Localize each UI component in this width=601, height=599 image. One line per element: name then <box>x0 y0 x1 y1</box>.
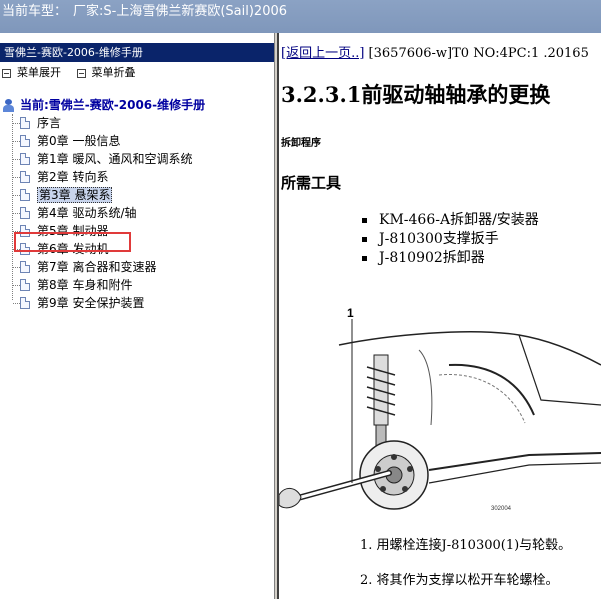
tree-menu-bar: 菜单展开 菜单折叠 <box>0 62 274 84</box>
step-item: 2. 将其作为支撑以松开车轮螺栓。 <box>360 573 559 588</box>
vehicle-name: 厂家:S-上海雪佛兰新赛欧(Sail)2006 <box>73 4 288 19</box>
expand-icon <box>2 68 11 78</box>
tool-item: J-810300支撑扳手 <box>362 230 539 249</box>
title-bar: 当前车型： 厂家:S-上海雪佛兰新赛欧(Sail)2006 <box>0 0 601 33</box>
document-icon <box>20 189 30 201</box>
vehicle-label: 当前车型： <box>2 4 68 19</box>
document-icon <box>20 153 30 165</box>
manual-title-header: 雪佛兰-赛欧-2006-维修手册 <box>0 43 274 62</box>
collapse-all-button[interactable]: 菜单折叠 <box>76 62 136 84</box>
tree-item-chapter-2[interactable]: 第2章 转向系 <box>0 168 274 186</box>
tool-item: J-810902拆卸器 <box>362 249 539 268</box>
figure-callout-label: 1 <box>347 306 354 320</box>
collapse-icon <box>76 68 86 78</box>
collapse-all-label: 菜单折叠 <box>91 66 136 79</box>
chapter-tree: 当前:雪佛兰-赛欧-2006-维修手册 序言 第0章 一般信息 第1章 暖风、通… <box>0 96 274 312</box>
document-icon <box>20 297 30 309</box>
document-icon <box>20 117 30 129</box>
document-id-info: [3657606-w]T0 NO:4PC:1 .20165 <box>364 46 589 61</box>
figure-code: 302004 <box>491 506 512 512</box>
content-pane: [返回上一页..] [3657606-w]T0 NO:4PC:1 .20165 … <box>279 33 601 599</box>
navigation-pane: 雪佛兰-赛欧-2006-维修手册 菜单展开 菜单折叠 当前:雪佛兰-赛欧-200… <box>0 43 274 599</box>
back-link[interactable]: [返回上一页..] <box>281 46 364 61</box>
tool-item: KM-466-A拆卸器/安装器 <box>362 212 539 228</box>
step-item: 1. 用螺栓连接J-810300(1)与轮毂。 <box>360 538 572 553</box>
user-icon <box>3 98 15 112</box>
page-title: 3.2.3.1前驱动轴轴承的更换 <box>281 82 551 107</box>
tree-root[interactable]: 当前:雪佛兰-赛欧-2006-维修手册 <box>0 96 274 114</box>
tree-item-chapter-9[interactable]: 第9章 安全保护装置 <box>0 294 274 312</box>
tree-item-chapter-8[interactable]: 第8章 车身和附件 <box>0 276 274 294</box>
selection-highlight-box <box>14 232 131 252</box>
procedure-label: 拆卸程序 <box>281 138 321 149</box>
tree-item-chapter-3[interactable]: 第3章 悬架系 <box>0 186 274 204</box>
tree-item-chapter-7[interactable]: 第7章 离合器和变速器 <box>0 258 274 276</box>
document-icon <box>20 261 30 273</box>
tools-heading: 所需工具 <box>281 174 342 192</box>
wheel-hub-illustration: 1 302004 <box>279 306 601 512</box>
tree-item-chapter-4[interactable]: 第4章 驱动系统/轴 <box>0 204 274 222</box>
document-icon <box>20 279 30 291</box>
tree-item-preface[interactable]: 序言 <box>0 114 274 132</box>
tree-item-chapter-0[interactable]: 第0章 一般信息 <box>0 132 274 150</box>
document-icon <box>20 135 30 147</box>
expand-all-button[interactable]: 菜单展开 <box>2 62 61 84</box>
document-icon <box>20 171 30 183</box>
tools-list: KM-466-A拆卸器/安装器 J-810300支撑扳手 J-810902拆卸器 <box>362 211 539 268</box>
tree-items: 序言 第0章 一般信息 第1章 暖风、通风和空调系统 第2章 转向系 第3章 悬… <box>0 114 274 312</box>
document-icon <box>20 207 30 219</box>
tree-item-chapter-1[interactable]: 第1章 暖风、通风和空调系统 <box>0 150 274 168</box>
content-nav-line: [返回上一页..] [3657606-w]T0 NO:4PC:1 .20165 <box>281 42 589 61</box>
expand-all-label: 菜单展开 <box>17 66 61 79</box>
tree-root-label: 当前:雪佛兰-赛欧-2006-维修手册 <box>20 98 206 112</box>
